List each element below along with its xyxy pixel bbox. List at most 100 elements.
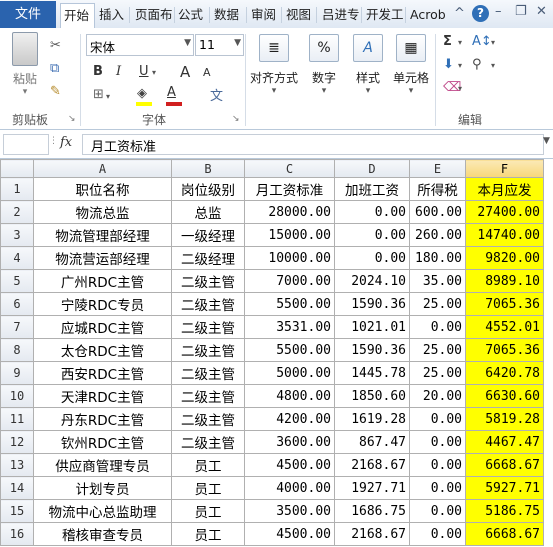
close-icon[interactable]: ✕ <box>536 4 547 19</box>
cell[interactable]: 0.00 <box>409 407 466 431</box>
column-header-f[interactable]: F <box>465 159 544 178</box>
cell[interactable]: 7000.00 <box>244 269 335 293</box>
copy-icon[interactable]: ⧉ <box>50 61 59 76</box>
paste-button[interactable]: 粘贴 ▾ <box>6 32 44 97</box>
cut-icon[interactable]: ✂ <box>50 38 61 53</box>
cell[interactable]: 1927.71 <box>334 476 410 500</box>
cell[interactable]: 应城RDC主管 <box>33 315 172 339</box>
cell[interactable]: 员工 <box>171 522 245 546</box>
clear-dropdown-icon[interactable]: ▾ <box>458 84 462 93</box>
tab-review[interactable]: 审阅 <box>251 3 277 28</box>
row-header[interactable]: 1 <box>0 177 34 201</box>
tab-developer[interactable]: 开发工 <box>366 3 404 28</box>
column-header-d[interactable]: D <box>334 159 410 178</box>
row-header[interactable]: 11 <box>0 407 34 431</box>
column-header-b[interactable]: B <box>171 159 245 178</box>
row-header[interactable]: 7 <box>0 315 34 339</box>
cell[interactable]: 0.00 <box>409 453 466 477</box>
cell[interactable]: 员工 <box>171 453 245 477</box>
cell[interactable]: 35.00 <box>409 269 466 293</box>
cell[interactable]: 5927.71 <box>465 476 544 500</box>
tab-formulas[interactable]: 公式 <box>178 3 204 28</box>
cell[interactable]: 4552.01 <box>465 315 544 339</box>
row-header[interactable]: 6 <box>0 292 34 316</box>
row-header[interactable]: 2 <box>0 200 34 224</box>
cell[interactable]: 职位名称 <box>33 177 172 201</box>
cell[interactable]: 25.00 <box>409 338 466 362</box>
cell[interactable]: 二级主管 <box>171 315 245 339</box>
cell[interactable]: 钦州RDC主管 <box>33 430 172 454</box>
phonetic-button[interactable]: 文 <box>210 85 223 104</box>
cell[interactable]: 二级经理 <box>171 246 245 270</box>
help-icon[interactable]: ? <box>472 5 489 22</box>
font-color-button[interactable]: A <box>167 85 176 100</box>
insert-function-button[interactable]: fx <box>60 135 72 150</box>
cell[interactable]: 二级主管 <box>171 384 245 408</box>
cell[interactable]: 20.00 <box>409 384 466 408</box>
cell[interactable]: 1686.75 <box>334 499 410 523</box>
tab-data[interactable]: 数据 <box>214 3 241 28</box>
cell[interactable]: 二级主管 <box>171 430 245 454</box>
cell[interactable]: 180.00 <box>409 246 466 270</box>
cell[interactable]: 太仓RDC主管 <box>33 338 172 362</box>
find-select-icon[interactable]: ⚲ <box>472 57 482 72</box>
fill-dropdown-icon[interactable]: ▾ <box>458 61 462 70</box>
cell[interactable]: 7065.36 <box>465 292 544 316</box>
row-header[interactable]: 13 <box>0 453 34 477</box>
italic-button[interactable]: I <box>116 64 121 79</box>
cell[interactable]: 28000.00 <box>244 200 335 224</box>
sort-dropdown-icon[interactable]: ▾ <box>491 38 495 47</box>
cell[interactable]: 1590.36 <box>334 292 410 316</box>
border-icon[interactable]: ⊞ <box>93 87 104 102</box>
cell[interactable]: 1850.60 <box>334 384 410 408</box>
cell[interactable]: 0.00 <box>334 223 410 247</box>
cell[interactable]: 25.00 <box>409 292 466 316</box>
alignment-button[interactable]: ≣ 对齐方式 ▾ <box>249 34 299 96</box>
row-header[interactable]: 10 <box>0 384 34 408</box>
row-header[interactable]: 5 <box>0 269 34 293</box>
cell[interactable]: 物流营运部经理 <box>33 246 172 270</box>
cell[interactable]: 物流管理部经理 <box>33 223 172 247</box>
cell[interactable]: 6630.60 <box>465 384 544 408</box>
cell[interactable]: 月工资标准 <box>244 177 335 201</box>
shrink-font-button[interactable]: A <box>203 66 211 79</box>
fill-icon[interactable]: ⬇ <box>443 57 454 72</box>
cell[interactable]: 计划专员 <box>33 476 172 500</box>
cell[interactable]: 丹东RDC主管 <box>33 407 172 431</box>
row-header[interactable]: 16 <box>0 522 34 546</box>
font-size-dropdown[interactable]: 11 ▼ <box>195 34 244 56</box>
underline-dropdown-icon[interactable]: ▾ <box>152 68 156 77</box>
cells-button[interactable]: ▦ 单元格 ▾ <box>390 34 432 96</box>
cell[interactable]: 4467.47 <box>465 430 544 454</box>
cell[interactable]: 6420.78 <box>465 361 544 385</box>
cell[interactable]: 宁陵RDC专员 <box>33 292 172 316</box>
cell[interactable]: 岗位级别 <box>171 177 245 201</box>
row-header[interactable]: 9 <box>0 361 34 385</box>
tab-custom[interactable]: 吕进专 <box>322 3 360 28</box>
cell[interactable]: 西安RDC主管 <box>33 361 172 385</box>
fill-color-icon[interactable]: ◈ <box>137 86 147 101</box>
cell[interactable]: 稽核审查专员 <box>33 522 172 546</box>
cell[interactable]: 5186.75 <box>465 499 544 523</box>
cell[interactable]: 1590.36 <box>334 338 410 362</box>
cell[interactable]: 0.00 <box>334 200 410 224</box>
cell[interactable]: 二级主管 <box>171 269 245 293</box>
autosum-dropdown-icon[interactable]: ▾ <box>458 38 462 47</box>
cell[interactable]: 10000.00 <box>244 246 335 270</box>
cell[interactable]: 25.00 <box>409 361 466 385</box>
cell[interactable]: 2024.10 <box>334 269 410 293</box>
cell[interactable]: 0.00 <box>409 522 466 546</box>
styles-button[interactable]: A 样式 ▾ <box>349 34 387 96</box>
cell[interactable]: 260.00 <box>409 223 466 247</box>
formula-input[interactable]: 月工资标准 <box>82 134 544 155</box>
border-dropdown-icon[interactable]: ▾ <box>106 92 110 101</box>
column-header-c[interactable]: C <box>244 159 335 178</box>
expand-formula-bar-icon[interactable]: ▼ <box>543 136 550 146</box>
cell[interactable]: 物流中心总监助理 <box>33 499 172 523</box>
cell[interactable]: 3500.00 <box>244 499 335 523</box>
cell[interactable]: 本月应发 <box>465 177 544 201</box>
cell[interactable]: 867.47 <box>334 430 410 454</box>
underline-button[interactable]: U <box>139 64 149 79</box>
cell[interactable]: 4800.00 <box>244 384 335 408</box>
row-header[interactable]: 4 <box>0 246 34 270</box>
